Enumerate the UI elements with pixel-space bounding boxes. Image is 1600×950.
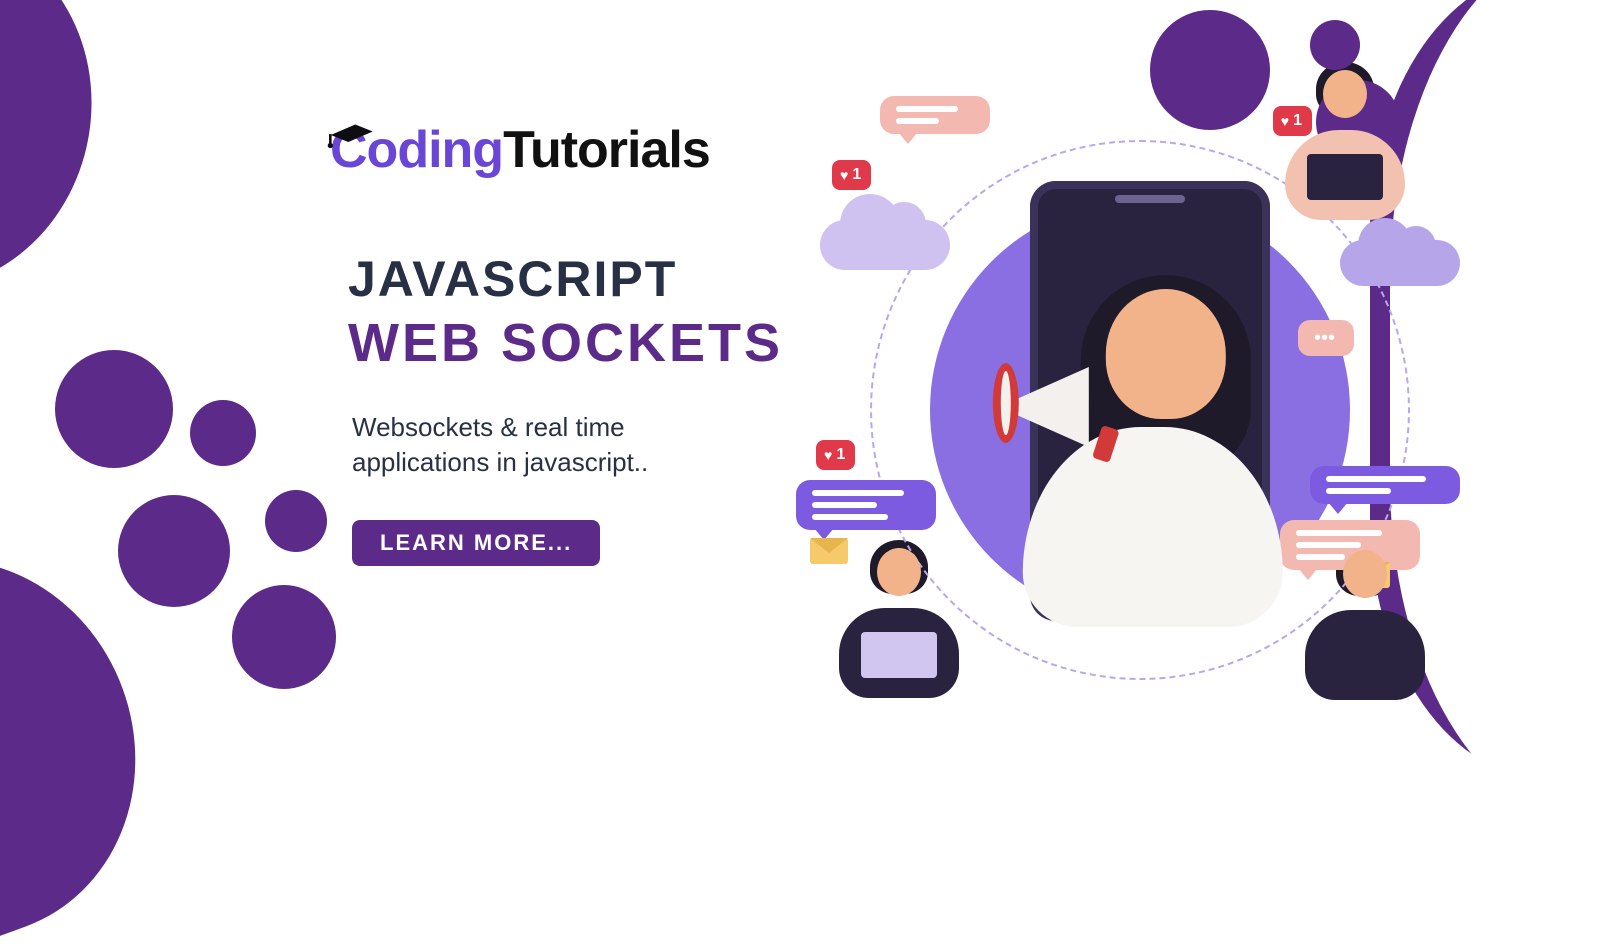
person-laptop-icon [1270,60,1420,220]
chat-bubble-icon [1310,466,1460,504]
megaphone-icon [999,357,1109,447]
decor-dot [55,350,173,468]
cloud-icon [1340,240,1460,286]
decor-dot [265,490,327,552]
decor-dot [190,400,256,466]
brand-logo: CodingTutorials [330,120,810,180]
ellipsis-icon: ••• [1314,330,1338,346]
like-count: 1 [836,446,845,464]
logo-text-part2: Tutorials [503,120,710,180]
cloud-icon [820,220,950,270]
person-laptop-icon [824,538,974,698]
heading-line1: JAVASCRIPT [348,250,810,308]
graduation-cap-icon [322,102,378,130]
chat-bubble-icon [880,96,990,134]
learn-more-button[interactable]: LEARN MORE... [352,520,600,566]
heading-line2: WEB SOCKETS [348,312,810,374]
chat-bubble-icon [796,480,936,530]
decor-dot [1150,10,1270,130]
person-phone-icon [1290,540,1440,700]
like-badge-icon: 1 [816,440,855,470]
corner-blob-top-left [0,0,120,315]
like-badge-icon: 1 [832,160,871,190]
person-megaphone-icon [993,267,1313,627]
subtitle: Websockets & real time applications in j… [352,410,752,480]
hero-illustration: 1 1 1 1 ••• [850,120,1430,680]
decor-dot [232,585,336,689]
decor-dot [118,495,230,607]
like-count: 1 [852,166,861,184]
